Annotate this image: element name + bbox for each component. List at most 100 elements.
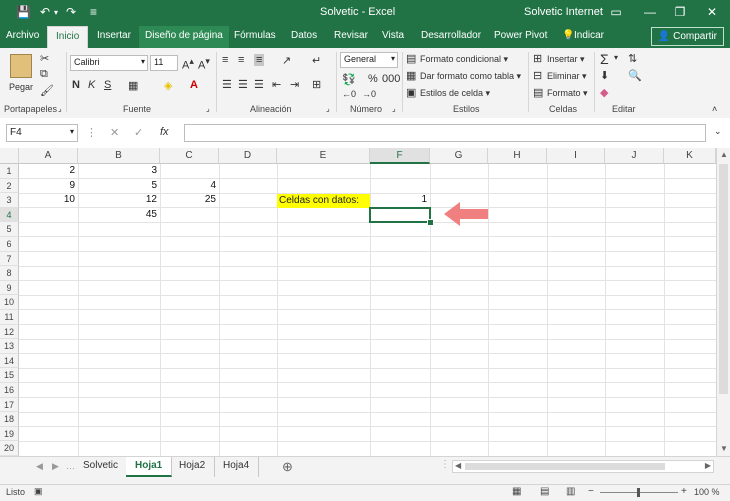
close-button[interactable]: ✕	[702, 3, 722, 21]
tab-insert[interactable]: Insertar	[97, 30, 131, 41]
clipboard-launcher-icon[interactable]: ⌟	[58, 104, 62, 113]
ribbon-display-icon[interactable]: ▭	[606, 3, 626, 21]
cell-b3[interactable]: 12	[78, 193, 160, 207]
cell-styles-button[interactable]: Estilos de celda ▾	[420, 88, 490, 99]
zoom-level[interactable]: 100 %	[694, 487, 720, 497]
row-header[interactable]: 9	[0, 280, 19, 296]
collapse-ribbon-icon[interactable]: ˄	[712, 104, 717, 114]
number-launcher-icon[interactable]: ⌟	[392, 104, 396, 113]
row-header[interactable]: 12	[0, 324, 19, 340]
cell-a2[interactable]: 9	[19, 179, 78, 193]
font-color-icon[interactable]: A	[190, 79, 198, 91]
scroll-right-icon[interactable]: ▶	[705, 461, 711, 470]
fill-color-icon[interactable]: ◈	[164, 79, 172, 92]
column-header-f[interactable]: F	[370, 148, 430, 164]
autosum-icon[interactable]: Σ	[600, 51, 609, 67]
page-layout-view-icon[interactable]: ▤	[540, 486, 549, 497]
enter-entry-icon[interactable]: ✓	[134, 126, 143, 139]
redo-icon[interactable]: ↷	[66, 5, 76, 19]
row-header[interactable]: 3	[0, 193, 19, 208]
tab-formulas[interactable]: Fórmulas	[234, 30, 276, 41]
column-header-b[interactable]: B	[78, 148, 160, 164]
restore-button[interactable]: ❐	[670, 3, 690, 21]
normal-view-icon[interactable]: ▦	[512, 486, 521, 497]
column-header-e[interactable]: E	[277, 148, 370, 164]
cell-f3[interactable]: 1	[370, 193, 430, 207]
scroll-left-icon[interactable]: ◀	[455, 461, 461, 470]
insert-function-icon[interactable]: fx	[160, 126, 169, 138]
undo-icon[interactable]: ↶	[40, 5, 50, 19]
row-header[interactable]: 6	[0, 237, 19, 252]
cell-c2[interactable]: 4	[160, 179, 219, 193]
cut-icon[interactable]: ✂	[40, 52, 49, 65]
next-sheet-icon[interactable]: ▶	[52, 461, 59, 472]
find-select-icon[interactable]: 🔍	[628, 69, 642, 82]
grow-font-icon[interactable]: A▴	[182, 56, 194, 72]
column-header-j[interactable]: J	[605, 148, 664, 164]
align-center-icon[interactable]: ☰	[238, 78, 248, 91]
align-left-icon[interactable]: ☰	[222, 78, 232, 91]
row-header[interactable]: 15	[0, 368, 19, 383]
borders-icon[interactable]: ▦	[128, 79, 138, 92]
name-box[interactable]: F4 ▾	[6, 124, 78, 142]
add-sheet-icon[interactable]: ⊕	[282, 459, 293, 475]
currency-icon[interactable]: 💱	[342, 73, 356, 86]
save-icon[interactable]: 💾	[16, 5, 31, 19]
row-header[interactable]: 2	[0, 178, 19, 194]
column-header-i[interactable]: I	[547, 148, 605, 164]
row-header[interactable]: 14	[0, 353, 19, 369]
select-all-corner[interactable]	[0, 148, 19, 164]
format-painter-icon[interactable]: 🖌	[40, 84, 54, 97]
tab-file[interactable]: Archivo	[6, 30, 39, 41]
clear-icon[interactable]: ◆	[600, 86, 608, 99]
row-header[interactable]: 19	[0, 426, 19, 442]
format-as-table-icon[interactable]: ▦	[406, 69, 416, 82]
column-header-g[interactable]: G	[430, 148, 488, 164]
row-header[interactable]: 1	[0, 164, 19, 179]
cell-b2[interactable]: 5	[78, 179, 160, 193]
conditional-format-button[interactable]: Formato condicional ▾	[420, 54, 508, 65]
scroll-down-icon[interactable]: ▼	[720, 444, 728, 453]
font-name-select[interactable]: Calibri ▾	[70, 55, 148, 71]
row-header[interactable]: 10	[0, 295, 19, 310]
conditional-format-icon[interactable]: ▤	[406, 52, 416, 65]
column-header-h[interactable]: H	[488, 148, 547, 164]
expand-formula-bar-icon[interactable]: ⌄	[714, 126, 722, 137]
tab-review[interactable]: Revisar	[334, 30, 368, 41]
cell-e3[interactable]: Celdas con datos:	[277, 193, 370, 208]
undo-dropdown-icon[interactable]: ▾	[54, 8, 58, 17]
row-header[interactable]: 5	[0, 222, 19, 237]
shrink-font-icon[interactable]: A▾	[198, 56, 210, 72]
column-header-d[interactable]: D	[219, 148, 277, 164]
row-header[interactable]: 18	[0, 412, 19, 427]
comma-style-icon[interactable]: 000	[382, 73, 400, 85]
increase-indent-icon[interactable]: ⇥	[290, 78, 299, 91]
alignment-launcher-icon[interactable]: ⌟	[326, 104, 330, 113]
tab-developer[interactable]: Desarrollador	[421, 30, 481, 41]
fill-handle[interactable]	[427, 219, 434, 226]
tab-page-layout[interactable]: Diseño de página	[139, 26, 229, 48]
wrap-text-icon[interactable]: ↵	[312, 54, 321, 67]
column-header-c[interactable]: C	[160, 148, 219, 164]
account-name[interactable]: Solvetic Internet	[524, 6, 603, 18]
row-header[interactable]: 13	[0, 339, 19, 354]
splitter-icon[interactable]: ⋮	[440, 459, 450, 470]
delete-cells-icon[interactable]: ⊟	[533, 69, 542, 82]
font-launcher-icon[interactable]: ⌟	[206, 104, 210, 113]
customize-qat-icon[interactable]: ≡	[90, 5, 97, 19]
paste-button[interactable]: Pegar	[9, 82, 33, 92]
formula-input[interactable]	[184, 124, 706, 142]
insert-cells-button[interactable]: Insertar ▾	[547, 54, 585, 65]
h-scroll-thumb[interactable]	[465, 463, 665, 470]
tab-home[interactable]: Inicio	[47, 26, 89, 48]
sheet-tab-solvetic[interactable]: Solvetic	[74, 457, 129, 477]
percent-icon[interactable]: %	[368, 73, 378, 85]
fill-icon[interactable]: ⬇	[600, 69, 609, 82]
sheet-tab-hoja1[interactable]: Hoja1	[126, 457, 173, 477]
align-top-icon[interactable]: ≡	[222, 54, 228, 66]
cell-styles-icon[interactable]: ▣	[406, 86, 416, 99]
column-header-k[interactable]: K	[664, 148, 716, 164]
decrease-decimal-icon[interactable]: →0	[362, 89, 376, 99]
zoom-in-icon[interactable]: +	[681, 486, 687, 497]
row-header[interactable]: 20	[0, 441, 19, 456]
